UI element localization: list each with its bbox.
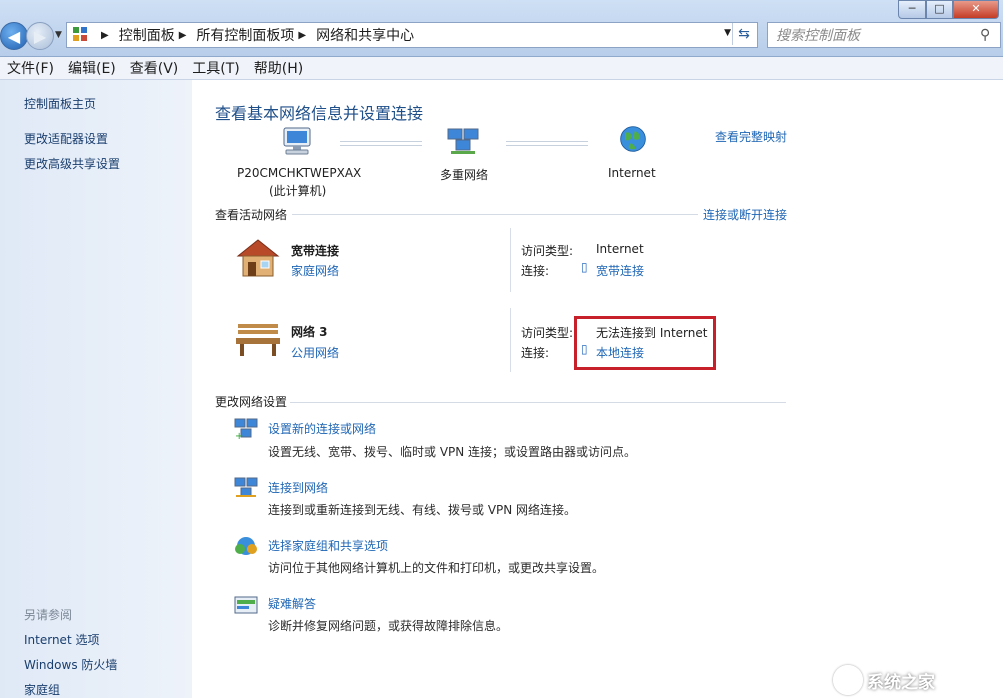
address-dropdown-icon[interactable]: ▼ [724, 28, 731, 38]
breadcrumb-control-panel[interactable]: 控制面板 [119, 25, 175, 45]
control-panel-icon [73, 27, 89, 43]
menu-view[interactable]: 查看(V) [129, 58, 180, 78]
main-content: 查看基本网络信息并设置连接 查看完整映射 P20CMCHKTWEPXAX (此计… [192, 80, 1003, 698]
see-also-heading: 另请参阅 [24, 606, 72, 623]
computer-sub: (此计算机) [269, 182, 326, 199]
connection-icon: ▯ [581, 260, 588, 274]
connect-disconnect-link[interactable]: 连接或断开连接 [703, 206, 787, 223]
task-new-connection-link[interactable]: 设置新的连接或网络 [268, 420, 376, 437]
network-1-name: 宽带连接 [291, 242, 339, 259]
svg-text:+: + [235, 431, 243, 439]
network-2-access-label: 访问类型: [521, 324, 573, 341]
menu-tools[interactable]: 工具(T) [191, 58, 240, 78]
title-bar: ─ □ ✕ ◀ ▶ ▼ ▶ 控制面板 ▶ 所有控制面板项 ▶ 网络和共享中心 ▼… [0, 0, 1003, 57]
connect-network-icon [234, 476, 258, 498]
back-button[interactable]: ◀ [0, 22, 28, 50]
network-1-type-link[interactable]: 家庭网络 [291, 262, 339, 279]
active-networks-heading: 查看活动网络 [215, 206, 287, 223]
window-controls: ─ □ ✕ [898, 0, 999, 19]
breadcrumb-network-center[interactable]: 网络和共享中心 [316, 25, 414, 45]
menu-bar: 文件(F) 编辑(E) 查看(V) 工具(T) 帮助(H) [0, 57, 1003, 80]
task-troubleshoot-link[interactable]: 疑难解答 [268, 595, 316, 612]
sidebar-internet-options[interactable]: Internet 选项 [24, 631, 99, 648]
sidebar-advanced-sharing[interactable]: 更改高级共享设置 [24, 155, 120, 172]
network-2-name: 网络 3 [291, 323, 328, 340]
network-2-type-link[interactable]: 公用网络 [291, 344, 339, 361]
homegroup-icon [234, 535, 258, 557]
search-box[interactable]: 搜索控制面板 ⚲ [767, 22, 1001, 48]
breadcrumb-separator-icon[interactable]: ▶ [298, 30, 306, 41]
menu-help[interactable]: 帮助(H) [253, 58, 304, 78]
search-input[interactable]: 搜索控制面板 [776, 25, 980, 45]
task-homegroup-link[interactable]: 选择家庭组和共享选项 [268, 537, 388, 554]
address-bar[interactable]: ▶ 控制面板 ▶ 所有控制面板项 ▶ 网络和共享中心 ▼ ⇆ [66, 22, 758, 48]
home-network-icon [234, 236, 282, 280]
task-homegroup-desc: 访问位于其他网络计算机上的文件和打印机，或更改共享设置。 [268, 559, 604, 576]
highlight-annotation [574, 316, 716, 370]
breadcrumb-separator-icon[interactable]: ▶ [179, 30, 187, 41]
multiple-networks-label: 多重网络 [440, 166, 488, 183]
forward-button[interactable]: ▶ [26, 22, 54, 50]
watermark: 系统之家 [833, 666, 993, 694]
task-connect-desc: 连接到或重新连接到无线、有线、拨号或 VPN 网络连接。 [268, 501, 576, 518]
sidebar: 控制面板主页 更改适配器设置 更改高级共享设置 另请参阅 Internet 选项… [0, 80, 192, 698]
task-connect-link[interactable]: 连接到网络 [268, 479, 328, 496]
recent-pages-dropdown-icon[interactable]: ▼ [55, 30, 62, 40]
network-1-access-label: 访问类型: [521, 242, 573, 259]
watermark-text: 系统之家 [867, 668, 935, 693]
multiple-networks-icon [446, 126, 480, 156]
search-icon[interactable]: ⚲ [980, 27, 1000, 43]
sidebar-windows-firewall[interactable]: Windows 防火墙 [24, 656, 117, 673]
computer-name: P20CMCHKTWEPXAX [237, 166, 361, 180]
network-2-conn-label: 连接: [521, 344, 549, 361]
sidebar-adapter-settings[interactable]: 更改适配器设置 [24, 130, 108, 147]
change-settings-heading: 更改网络设置 [215, 393, 287, 410]
sidebar-home-link[interactable]: 控制面板主页 [24, 95, 96, 112]
network-1-access-value: Internet [596, 242, 644, 256]
network-1-conn-label: 连接: [521, 262, 549, 279]
new-connection-icon: + [234, 417, 258, 439]
minimize-button[interactable]: ─ [898, 0, 926, 19]
menu-edit[interactable]: 编辑(E) [67, 58, 117, 78]
internet-label: Internet [608, 166, 656, 180]
breadcrumb-all-items[interactable]: 所有控制面板项 [196, 25, 294, 45]
task-troubleshoot-desc: 诊断并修复网络问题，或获得故障排除信息。 [268, 617, 508, 634]
page-title: 查看基本网络信息并设置连接 [215, 100, 423, 124]
sidebar-homegroup[interactable]: 家庭组 [24, 681, 60, 698]
watermark-logo-icon [833, 665, 863, 695]
task-new-connection-desc: 设置无线、宽带、拨号、临时或 VPN 连接；或设置路由器或访问点。 [268, 443, 636, 460]
network-1-conn-link[interactable]: 宽带连接 [596, 262, 644, 279]
close-button[interactable]: ✕ [953, 0, 999, 19]
troubleshoot-icon [234, 594, 258, 616]
map-link-line [506, 141, 588, 146]
computer-icon [280, 126, 314, 156]
view-full-map-link[interactable]: 查看完整映射 [715, 128, 787, 145]
maximize-button[interactable]: □ [926, 0, 953, 19]
breadcrumb-separator-icon[interactable]: ▶ [101, 30, 109, 41]
refresh-icon[interactable]: ⇆ [732, 23, 755, 45]
public-network-bench-icon [232, 320, 284, 358]
menu-file[interactable]: 文件(F) [6, 58, 55, 78]
internet-globe-icon [616, 124, 650, 154]
map-link-line [340, 141, 422, 146]
